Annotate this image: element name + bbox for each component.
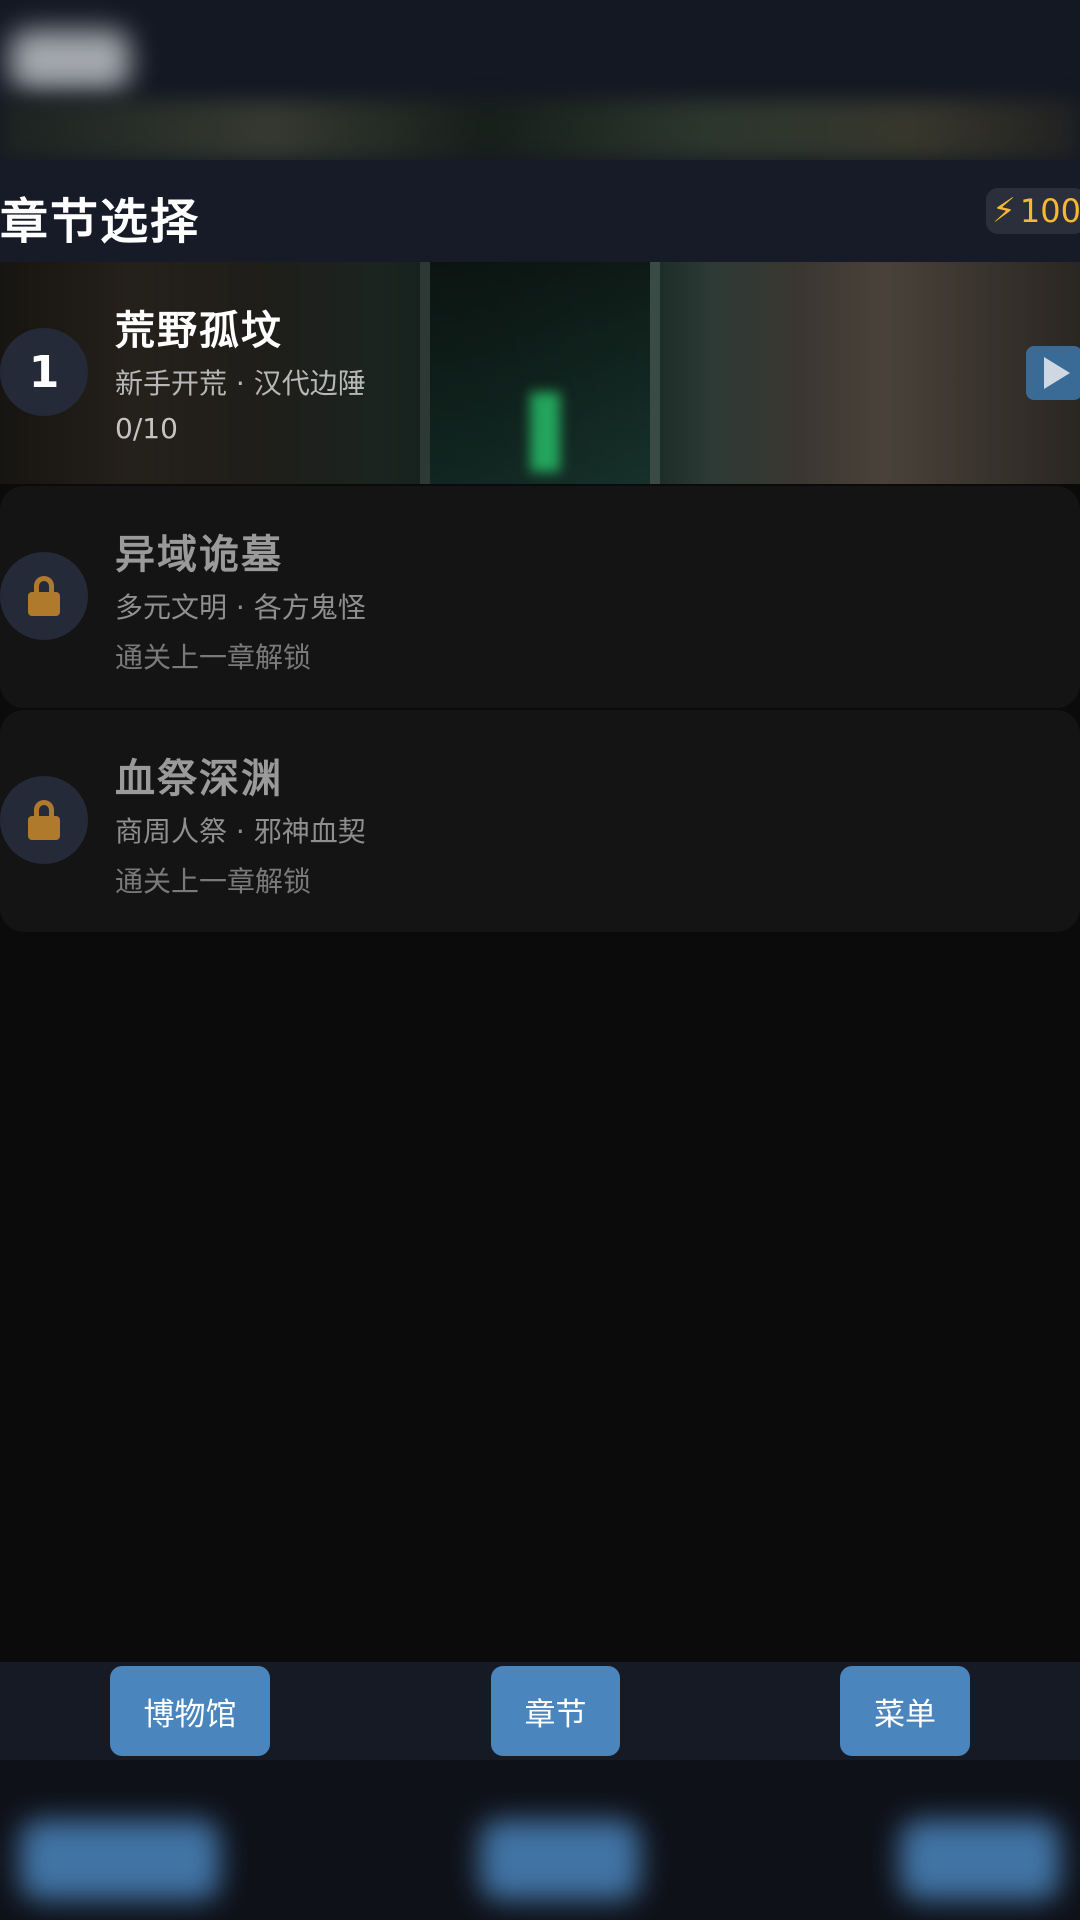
play-icon	[1044, 357, 1070, 389]
header-bar: 章节选择 ⚡ 100	[0, 160, 1080, 262]
museum-button[interactable]: 博物馆	[110, 1666, 270, 1756]
energy-value: 100	[1019, 192, 1080, 230]
chapter-card-2[interactable]: 异域诡墓 多元文明 · 各方鬼怪 通关上一章解锁	[0, 486, 1080, 708]
blurred-top-overlay	[0, 0, 1080, 160]
chapter-title: 血祭深渊	[115, 756, 283, 802]
lightning-bolt-icon: ⚡	[992, 191, 1016, 231]
lock-icon	[28, 800, 60, 840]
unlock-hint: 通关上一章解锁	[115, 865, 312, 898]
energy-counter: ⚡ 100	[986, 188, 1080, 234]
chapter-number-badge: 1	[0, 328, 88, 416]
chapter-number: 1	[28, 346, 60, 398]
chapter-subtitle: 新手开荒 · 汉代边陲	[115, 367, 366, 400]
bottom-nav: 博物馆 章节 菜单	[0, 1662, 1080, 1760]
play-button[interactable]	[1026, 346, 1080, 400]
blurred-scene-strip	[0, 100, 1080, 160]
unlock-hint: 通关上一章解锁	[115, 641, 312, 674]
chapter-subtitle: 多元文明 · 各方鬼怪	[115, 591, 366, 624]
chapter-progress: 0/10	[115, 412, 178, 445]
lock-icon	[28, 576, 60, 616]
chapter-title: 异域诡墓	[115, 532, 283, 578]
chapter-button[interactable]: 章节	[491, 1666, 620, 1756]
page-title: 章节选择	[0, 194, 201, 250]
chapter-lock-badge	[0, 552, 88, 640]
chapter-card-1[interactable]: 1 荒野孤坟 新手开荒 · 汉代边陲 0/10	[0, 262, 1080, 484]
chapter-title: 荒野孤坟	[115, 308, 283, 354]
blurred-top-button	[10, 30, 130, 90]
blurred-bottom-overlay	[0, 1760, 1080, 1920]
menu-button[interactable]: 菜单	[840, 1666, 970, 1756]
chapter-lock-badge	[0, 776, 88, 864]
chapter-card-3[interactable]: 血祭深渊 商周人祭 · 邪神血契 通关上一章解锁	[0, 710, 1080, 932]
chapter-subtitle: 商周人祭 · 邪神血契	[115, 815, 366, 848]
